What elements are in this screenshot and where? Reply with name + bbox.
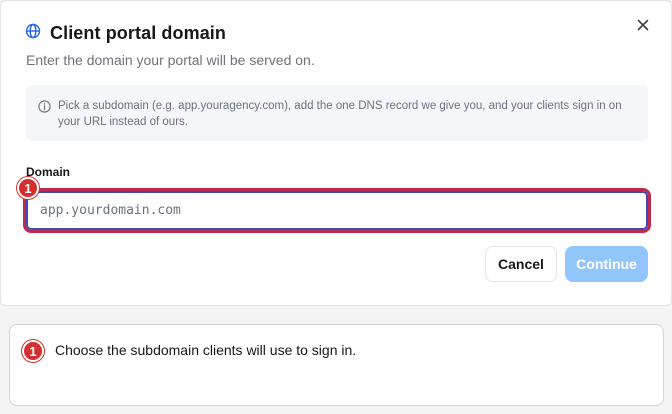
info-text: Pick a subdomain (e.g. app.youragency.co… [58, 100, 622, 128]
dialog-title: Client portal domain [50, 23, 227, 43]
cancel-button[interactable]: Cancel [485, 246, 557, 282]
close-icon [637, 18, 649, 36]
callout-badge: 1 [22, 340, 44, 362]
info-box: Pick a subdomain (e.g. app.youragency.co… [26, 85, 648, 141]
dialog-header: Client portal domain [25, 23, 226, 44]
continue-button[interactable]: Continue [565, 246, 648, 282]
callout-text: Choose the subdomain clients will use to… [55, 342, 357, 358]
close-button[interactable] [633, 17, 653, 37]
annotation-callout: 1 Choose the subdomain clients will use … [9, 324, 664, 406]
globe-icon [25, 23, 41, 44]
domain-label: Domain [26, 165, 71, 179]
domain-input-wrapper [23, 188, 651, 233]
info-icon [38, 100, 52, 141]
step-badge: 1 [17, 177, 39, 199]
domain-input[interactable] [26, 191, 648, 230]
dialog-subtitle: Enter the domain your portal will be ser… [26, 52, 315, 68]
client-portal-domain-dialog: Client portal domain Enter the domain yo… [0, 0, 672, 306]
